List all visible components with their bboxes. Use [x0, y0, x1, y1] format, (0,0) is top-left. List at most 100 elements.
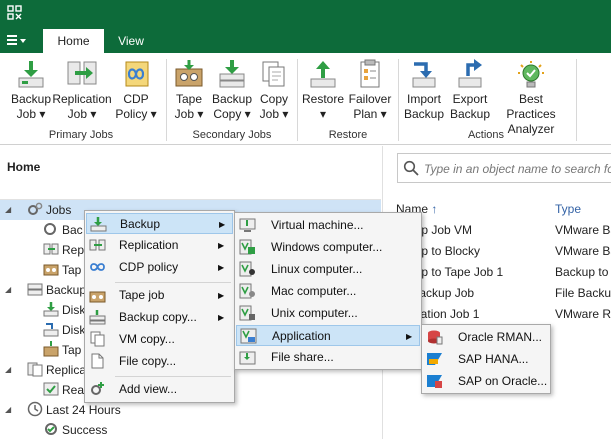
- replication-icon: [43, 243, 59, 255]
- backup-copy-button[interactable]: Backup Copy ▾: [208, 57, 256, 125]
- menu-item-oracle-rman[interactable]: Oracle RMAN...: [423, 327, 549, 348]
- column-header-type[interactable]: Type: [555, 202, 581, 216]
- menu-item-virtual-machine[interactable]: Virtual machine...: [236, 215, 420, 236]
- tree-node-success[interactable]: Success: [43, 420, 107, 439]
- group-actions: Actions: [467, 129, 505, 141]
- menu-item-replication[interactable]: Replication ▶: [86, 235, 233, 256]
- tree-node-label: Jobs: [46, 203, 72, 217]
- collapse-arrow-icon[interactable]: ◢: [5, 400, 11, 420]
- tape-icon: [43, 264, 59, 276]
- tree-node-jobs-replication[interactable]: Rep: [43, 240, 84, 260]
- ready-replica-icon: [43, 382, 59, 396]
- replication-job-label: Replication: [52, 92, 112, 106]
- menu-item-application[interactable]: Application ▶: [236, 325, 420, 346]
- menu-item-label: Add view...: [119, 382, 178, 396]
- best-practices-analyzer-icon: [518, 61, 544, 88]
- import-backup-label-2: Backup: [403, 107, 445, 121]
- search-icon: [403, 160, 419, 176]
- tab-view[interactable]: View: [106, 29, 156, 53]
- menu-item-label: Backup: [120, 217, 161, 231]
- copy-job-button[interactable]: Copy Job ▾: [256, 57, 292, 125]
- menu-item-linux-computer[interactable]: Linux computer...: [236, 259, 420, 280]
- menu-item-add-view[interactable]: Add view...: [86, 379, 233, 400]
- collapse-arrow-icon[interactable]: ◢: [5, 360, 11, 380]
- menu-item-unix-computer[interactable]: Unix computer...: [236, 303, 420, 324]
- application-icon: [240, 328, 257, 344]
- disk-backup-icon: [43, 302, 59, 317]
- menu-item-backup[interactable]: Backup ▶: [86, 213, 233, 234]
- submenu-arrow-icon: ▶: [406, 332, 413, 341]
- veeam-app-icon: [7, 5, 22, 20]
- collapse-arrow-icon[interactable]: ◢: [5, 200, 11, 220]
- copy-job-icon: [262, 61, 285, 87]
- add-view-icon: [91, 382, 104, 395]
- backup-job-icon: [44, 223, 56, 235]
- table-cell-type: VMware Re: [555, 307, 611, 321]
- import-backup-icon: [412, 62, 436, 88]
- tree-node-disk-2[interactable]: Disk: [43, 320, 85, 340]
- collapse-arrow-icon[interactable]: ◢: [5, 280, 11, 300]
- menu-item-label: Oracle RMAN...: [458, 330, 543, 344]
- replication-job-button[interactable]: Replication Job ▾: [50, 57, 114, 125]
- backup-copy-icon: [89, 310, 106, 325]
- best-practices-analyzer-button[interactable]: Best Practices Analyzer: [493, 57, 569, 136]
- export-backup-button[interactable]: Export Backup: [448, 57, 492, 125]
- tree-node-ready[interactable]: Rea: [43, 380, 84, 400]
- restore-label-2: ▾: [319, 107, 327, 121]
- group-secondary-jobs: Secondary Jobs: [192, 129, 272, 141]
- menu-item-label: CDP policy: [119, 260, 179, 274]
- menu-item-tape-job[interactable]: Tape job ▶: [86, 285, 233, 306]
- tape-icon: [89, 291, 106, 303]
- tape-job-icon: [175, 60, 203, 87]
- backup-copy-icon: [219, 60, 245, 88]
- menu-item-backup-copy[interactable]: Backup copy... ▶: [86, 307, 233, 328]
- best-practices-label: Best Practices: [506, 92, 556, 121]
- tape-job-button[interactable]: Tape Job ▾: [170, 57, 208, 125]
- main-menu-button[interactable]: [6, 30, 32, 50]
- ribbon-separator: [576, 59, 577, 141]
- tree-node-label: Rep: [62, 243, 85, 257]
- tree-node-tape-backups[interactable]: Tap: [43, 340, 81, 360]
- tree-node-label: Disk: [62, 303, 86, 317]
- backup-copy-label: Backup: [211, 92, 253, 106]
- backups-icon: [27, 283, 43, 296]
- restore-button[interactable]: Restore ▾: [300, 57, 346, 125]
- gears-icon: [28, 202, 43, 215]
- import-backup-button[interactable]: Import Backup: [400, 57, 448, 125]
- menu-item-label: Virtual machine...: [271, 218, 364, 232]
- menu-item-sap-hana[interactable]: SAP HANA...: [423, 349, 549, 370]
- menu-item-label: Linux computer...: [271, 262, 363, 276]
- search-input[interactable]: Type in an object name to search for: [397, 153, 611, 183]
- tree-node-jobs-tape[interactable]: Tap: [43, 260, 81, 280]
- menu-item-cdp-policy[interactable]: CDP policy ▶: [86, 257, 233, 278]
- submenu-arrow-icon: ▶: [218, 263, 225, 272]
- ribbon: Backup Job ▾ Replication Job ▾ CDP Polic…: [0, 53, 611, 145]
- menu-item-file-copy[interactable]: File copy...: [86, 351, 233, 372]
- tree-node-label: Last 24 Hours: [46, 403, 121, 417]
- replicas-icon: [27, 362, 43, 377]
- menu-item-windows-computer[interactable]: Windows computer...: [236, 237, 420, 258]
- menu-item-vm-copy[interactable]: VM copy...: [86, 329, 233, 350]
- tree-node-jobs-backup[interactable]: Bac: [43, 220, 83, 240]
- menu-item-sap-on-oracle[interactable]: SAP on Oracle...: [423, 371, 549, 392]
- failover-plan-button[interactable]: Failover Plan ▾: [346, 57, 394, 125]
- menu-item-label: Unix computer...: [271, 306, 358, 320]
- mac-computer-icon: [239, 283, 255, 299]
- replication-job-label-2: Job ▾: [67, 107, 97, 121]
- tab-home[interactable]: Home: [43, 29, 104, 53]
- tree-node-label: Bac: [62, 223, 83, 237]
- submenu-arrow-icon: ▶: [218, 241, 225, 250]
- file-share-icon: [239, 351, 256, 365]
- submenu-arrow-icon: ▶: [218, 291, 225, 300]
- cdp-policy-button[interactable]: CDP Policy ▾: [114, 57, 158, 125]
- linux-computer-icon: [239, 261, 255, 277]
- replication-icon: [89, 239, 106, 251]
- title-bar: [0, 0, 611, 26]
- menu-item-mac-computer[interactable]: Mac computer...: [236, 281, 420, 302]
- menu-item-label: Application: [272, 329, 331, 343]
- menu-item-file-share[interactable]: File share...: [236, 347, 420, 368]
- menu-item-label: Replication: [119, 238, 179, 252]
- copy-job-label-2: Job ▾: [259, 107, 289, 121]
- tree-node-disk[interactable]: Disk: [43, 300, 85, 320]
- pane-title: Home: [7, 160, 41, 174]
